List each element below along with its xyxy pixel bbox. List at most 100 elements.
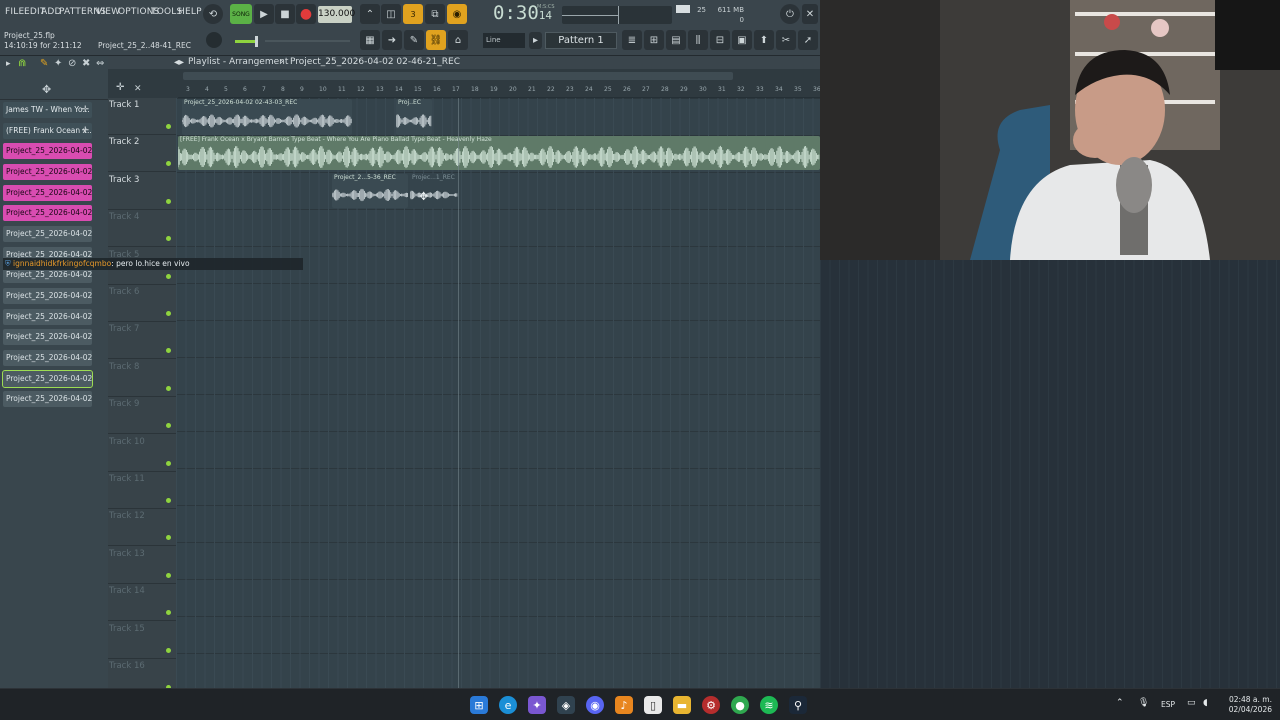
playlist-grid[interactable]: Project_25_2026-04-02 02-43-03_REC Proj.… — [176, 98, 820, 688]
piano-icon[interactable]: ▦ — [360, 30, 380, 50]
channel-item[interactable]: Project_25_2026-04-02... — [3, 288, 92, 304]
channel-item[interactable]: Project_25_2026-04-02... — [3, 350, 92, 366]
dropbox-icon[interactable]: ◈ — [557, 696, 575, 714]
record-icon[interactable]: ● — [296, 4, 316, 24]
mic-icon[interactable]: 🎙 — [1138, 698, 1149, 708]
tray-chevron-icon[interactable]: ⌃ — [1116, 698, 1124, 708]
edge-icon[interactable]: e — [499, 696, 517, 714]
track-led-icon[interactable] — [166, 610, 171, 616]
step-edit-icon[interactable]: ⧉ — [425, 4, 445, 24]
stop-icon[interactable]: ■ — [275, 4, 295, 24]
menu-help[interactable]: HELP — [178, 7, 202, 17]
add-track-icon[interactable]: ✛ — [116, 82, 124, 93]
channel-item[interactable]: Project_25_2026-04-02... — [3, 391, 92, 407]
track-header[interactable]: Track 11 — [108, 472, 176, 509]
audio-clip[interactable]: Projec...1_REC — [410, 174, 458, 208]
track-header[interactable]: Track 1 — [108, 98, 176, 135]
channel-item[interactable]: Project_25_2026-04-02... — [3, 309, 92, 325]
volume-icon[interactable]: ◖ — [1203, 698, 1208, 708]
file-explorer-icon[interactable]: ▬ — [673, 696, 691, 714]
close-icon[interactable]: ✕ — [802, 4, 818, 24]
menu-view[interactable]: VIEW — [96, 7, 120, 17]
tools-icon[interactable]: ✂ — [776, 30, 796, 50]
channel-item[interactable]: Project_25_2026-04-02... — [3, 329, 92, 345]
track-header[interactable]: Track 12 — [108, 509, 176, 547]
channel-item[interactable]: James TW - When Yo... ✛ — [3, 102, 92, 118]
link-icon[interactable]: ⛓ — [426, 30, 446, 50]
audio-clip[interactable]: [FREE] Frank Ocean x Bryant Barnes Type … — [178, 136, 820, 170]
notepad-icon[interactable]: ▯ — [644, 696, 662, 714]
loop-icon[interactable]: ⟲ — [203, 4, 223, 24]
track-led-icon[interactable] — [166, 161, 171, 167]
pencil-icon[interactable]: ✎ — [404, 30, 424, 50]
browser-icon[interactable]: ⊟ — [710, 30, 730, 50]
menu-arrow-icon[interactable]: ▸ — [6, 59, 11, 69]
track-led-icon[interactable] — [166, 124, 171, 129]
channel-item[interactable]: Project_25_2026-04-02... — [3, 205, 92, 221]
copilot-icon[interactable]: ✦ — [528, 696, 546, 714]
track-led-icon[interactable] — [166, 647, 171, 653]
spotify-icon[interactable]: ≋ — [760, 696, 778, 714]
delete-icon[interactable]: ⊘ — [68, 58, 76, 69]
windows-start-icon[interactable]: ⊞ — [470, 696, 488, 714]
blend-icon[interactable]: ◫ — [381, 4, 401, 24]
plus-icon[interactable]: ✛ — [81, 123, 89, 139]
track-led-icon[interactable] — [166, 498, 171, 503]
track-header[interactable]: Track 9 — [108, 397, 176, 435]
brush-icon[interactable]: ✦ — [54, 58, 62, 69]
playhead[interactable] — [458, 98, 459, 688]
track-header[interactable]: Track 4 — [108, 210, 176, 248]
track-led-icon[interactable] — [166, 423, 171, 429]
arrow-icon[interactable]: ➜ — [382, 30, 402, 50]
mixer-icon[interactable]: ⫼ — [688, 30, 708, 50]
files-icon[interactable]: ▣ — [732, 30, 752, 50]
horizontal-scrollbar[interactable] — [183, 72, 733, 80]
track-led-icon[interactable] — [166, 236, 171, 242]
track-header[interactable]: Track 8 — [108, 360, 176, 397]
channel-item[interactable]: Project_25_2026-04-02... — [3, 143, 92, 159]
channel-item[interactable]: Project_25_2026-04-02... — [3, 226, 92, 242]
stamp-icon[interactable]: ⌂ — [448, 30, 468, 50]
channel-item[interactable]: Project_25_2026-04-02... — [3, 185, 92, 201]
chrome-icon[interactable]: ● — [731, 696, 749, 714]
audio-clip[interactable]: Project_25_2026-04-02 02-43-03_REC — [182, 99, 352, 135]
track-led-icon[interactable] — [166, 348, 171, 354]
track-led-icon[interactable] — [166, 572, 171, 578]
help-icon[interactable]: ➚ — [798, 30, 818, 50]
master-volume-knob[interactable] — [206, 32, 222, 48]
network-icon[interactable]: ▭ — [1187, 698, 1196, 708]
channel-item[interactable]: Project_25_2026-04-02... — [2, 370, 93, 388]
play-icon[interactable]: ▶ — [254, 4, 274, 24]
wait-icon[interactable]: ◉ — [447, 4, 467, 24]
discord-icon[interactable]: ◉ — [586, 696, 604, 714]
piano-roll-icon[interactable]: ▤ — [666, 30, 686, 50]
channel-item[interactable]: (FREE) Frank Ocean x... ✛ — [3, 123, 92, 139]
magnet-icon[interactable]: ⋒ — [18, 58, 26, 69]
master-pitch-slider[interactable] — [235, 40, 257, 43]
steam-icon[interactable]: ⚲ — [789, 696, 807, 714]
pattern-prev-icon[interactable]: ▸ — [529, 32, 542, 49]
obs-icon[interactable]: ⚙ — [702, 696, 720, 714]
track-header[interactable]: Track 10 — [108, 435, 176, 472]
track-header[interactable]: Track 15 — [108, 622, 176, 659]
track-header[interactable]: Track 13 — [108, 547, 176, 584]
mute-icon[interactable]: ✖ — [82, 58, 90, 69]
audio-clip[interactable]: Project_2...5-36_REC — [332, 174, 408, 208]
metronome-icon[interactable]: ⌃ — [360, 4, 380, 24]
timeline-ruler[interactable]: 3 4 5 6 7 8 9 10 11 12 13 14 15 16 17 18 19 20 21 22 23 24 25 2… — [178, 85, 821, 98]
language-indicator[interactable]: ESP — [1161, 700, 1175, 709]
channel-item[interactable]: Project_25_2026-04-02... — [3, 164, 92, 180]
track-led-icon[interactable] — [166, 460, 171, 466]
plus-icon[interactable]: ✛ — [81, 102, 89, 118]
channel-rack-icon[interactable]: ⊞ — [644, 30, 664, 50]
power-icon[interactable]: ⏻ — [780, 4, 800, 24]
close-playlist-icon[interactable]: ✕ — [134, 84, 142, 94]
clock[interactable]: 02:48 a. m. 02/04/2026 — [1229, 695, 1272, 715]
track-led-icon[interactable] — [166, 198, 171, 204]
track-header[interactable]: Track 2 — [108, 135, 176, 173]
snap-select[interactable]: Line — [483, 33, 525, 48]
track-header[interactable]: Track 7 — [108, 322, 176, 360]
tempo-display[interactable]: 130.000 — [318, 6, 355, 23]
track-led-icon[interactable] — [166, 311, 171, 316]
fl-studio-icon[interactable]: ♪ — [615, 696, 633, 714]
